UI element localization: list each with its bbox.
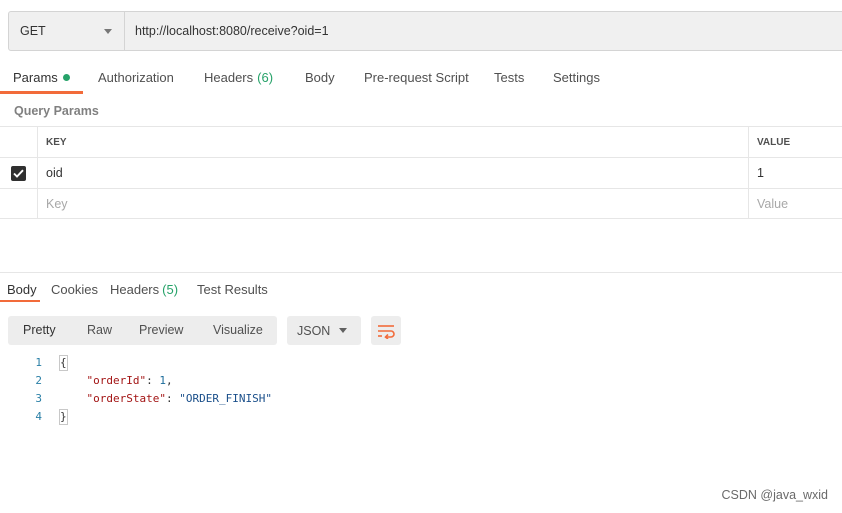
- response-tabs: Body Cookies Headers (5) Test Results: [0, 276, 842, 302]
- new-key-input[interactable]: Key: [38, 189, 749, 218]
- view-mode-toolbar: Pretty Raw Preview Visualize: [8, 316, 277, 345]
- view-raw-button[interactable]: Raw: [87, 323, 112, 337]
- request-tabs: Params Authorization Headers (6) Body Pre…: [0, 64, 842, 94]
- table-row: oid 1: [0, 157, 842, 188]
- param-key-field[interactable]: oid: [38, 158, 749, 188]
- chevron-down-icon: [104, 28, 112, 34]
- view-pretty-button[interactable]: Pretty: [23, 323, 56, 337]
- tab-test-results[interactable]: Test Results: [197, 282, 268, 297]
- param-checkbox[interactable]: [11, 165, 26, 181]
- checkmark-icon: [13, 169, 24, 178]
- tab-pre-request-script[interactable]: Pre-request Script: [364, 70, 469, 85]
- request-url-bar: GET http://localhost:8080/receive?oid=1: [8, 11, 842, 51]
- tab-tests[interactable]: Tests: [494, 70, 524, 85]
- close-brace: }: [59, 409, 68, 425]
- table-row-new: Key Value: [0, 188, 842, 219]
- format-select[interactable]: JSON: [287, 316, 361, 345]
- tab-label: Cookies: [51, 282, 98, 297]
- row-check-cell: [0, 158, 38, 188]
- method-select[interactable]: GET: [9, 12, 125, 50]
- header-value: VALUE: [757, 136, 791, 148]
- active-tab-indicator: [0, 300, 40, 302]
- table-header-row: KEY VALUE: [0, 126, 842, 157]
- url-text: http://localhost:8080/receive?oid=1: [135, 24, 329, 38]
- json-value: "ORDER_FINISH": [179, 392, 272, 405]
- tab-settings[interactable]: Settings: [553, 70, 600, 85]
- tab-count: (6): [257, 70, 274, 85]
- tab-label: Body: [7, 282, 37, 297]
- tab-authorization[interactable]: Authorization: [98, 70, 174, 85]
- json-key: "orderState": [86, 392, 166, 405]
- tab-params[interactable]: Params: [13, 70, 70, 85]
- code-line: 3 "orderState": "ORDER_FINISH": [0, 390, 842, 408]
- tab-label: Authorization: [98, 70, 174, 85]
- view-preview-button[interactable]: Preview: [139, 323, 183, 337]
- open-brace: {: [59, 355, 68, 371]
- tab-headers[interactable]: Headers (6): [204, 70, 273, 85]
- tab-label: Test Results: [197, 282, 268, 297]
- tab-label: Pre-request Script: [364, 70, 469, 85]
- wrap-lines-button[interactable]: [371, 316, 401, 345]
- line-number: 3: [35, 392, 42, 405]
- wrap-lines-icon: [378, 324, 395, 339]
- active-dot-icon: [62, 74, 70, 81]
- view-visualize-button[interactable]: Visualize: [213, 323, 263, 337]
- json-value: 1: [159, 374, 166, 387]
- json-comma: ,: [165, 374, 173, 387]
- line-number: 1: [35, 356, 42, 369]
- response-body-editor[interactable]: 1 { 2 "orderId": 1, 3 "orderState": "ORD…: [0, 354, 842, 426]
- method-label: GET: [20, 24, 46, 38]
- tab-response-body[interactable]: Body: [7, 282, 37, 297]
- tab-label: Settings: [553, 70, 600, 85]
- tab-count: (5): [162, 282, 179, 297]
- tab-label: Params: [13, 70, 58, 85]
- code-line: 4 }: [0, 408, 842, 426]
- header-check-cell: [0, 127, 38, 157]
- code-line: 1 {: [0, 354, 842, 372]
- pane-divider[interactable]: [0, 272, 842, 273]
- line-number: 2: [35, 374, 42, 387]
- tab-body[interactable]: Body: [305, 70, 335, 85]
- code-line: 2 "orderId": 1,: [0, 372, 842, 390]
- tab-cookies[interactable]: Cookies: [51, 282, 98, 297]
- new-value-input[interactable]: Value: [749, 189, 842, 218]
- url-input[interactable]: http://localhost:8080/receive?oid=1: [125, 12, 842, 50]
- header-key: KEY: [38, 127, 749, 157]
- tab-label: Tests: [494, 70, 525, 85]
- line-number: 4: [35, 410, 42, 423]
- tab-response-headers[interactable]: Headers (5): [110, 282, 178, 297]
- query-params-title: Query Params: [14, 104, 99, 118]
- format-label: JSON: [297, 323, 331, 338]
- watermark: CSDN @java_wxid: [721, 488, 828, 502]
- tab-label: Headers: [204, 70, 254, 85]
- json-key: "orderId": [86, 374, 147, 387]
- row-check-cell: [0, 189, 38, 218]
- param-value-field[interactable]: 1: [749, 158, 842, 188]
- active-tab-indicator: [0, 91, 83, 94]
- tab-label: Body: [305, 70, 335, 85]
- chevron-down-icon: [339, 328, 347, 333]
- params-table: KEY VALUE oid 1 Key Value: [0, 126, 842, 219]
- tab-label: Headers: [110, 282, 160, 297]
